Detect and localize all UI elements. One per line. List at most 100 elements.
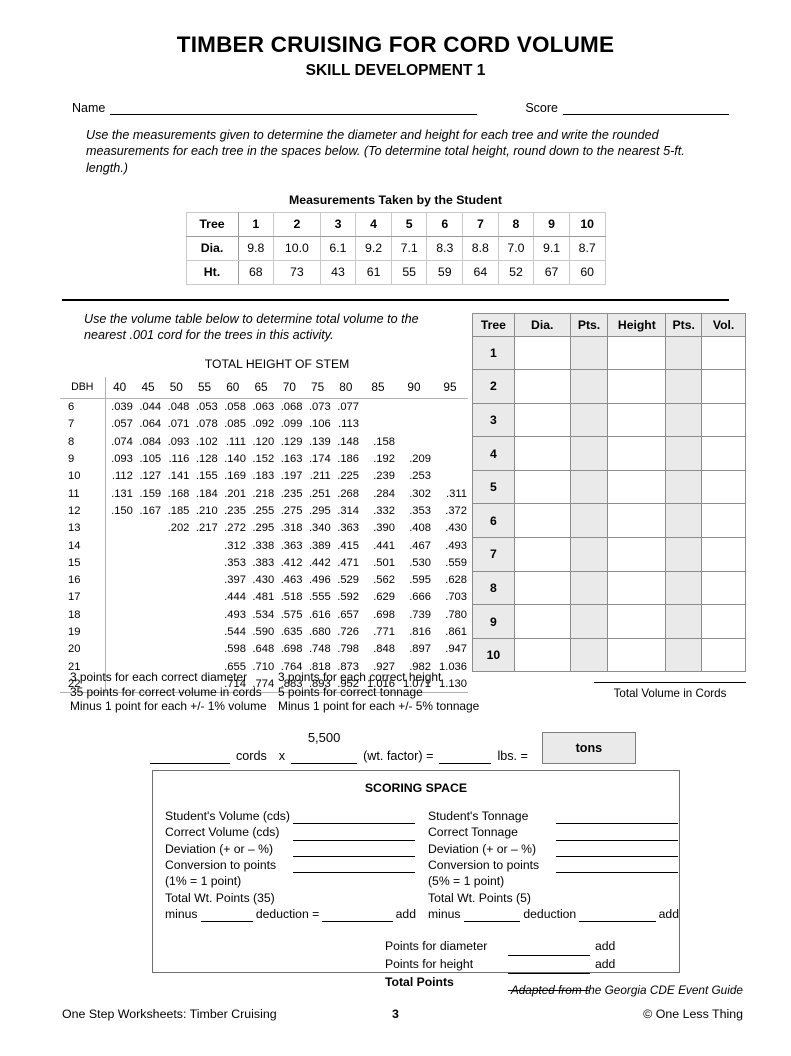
- answer-input-cell[interactable]: [701, 637, 746, 673]
- total-volume-line[interactable]: [594, 682, 746, 683]
- answer-input-cell[interactable]: [607, 637, 667, 673]
- volume-cell: .140: [224, 453, 246, 466]
- answer-input-cell[interactable]: [607, 335, 667, 371]
- scoring-deduction-row: minus deduction = add: [165, 906, 416, 923]
- answer-input-cell[interactable]: [513, 369, 571, 404]
- answer-input-cell[interactable]: [569, 402, 609, 438]
- name-input-line[interactable]: [110, 102, 478, 115]
- answer-input-cell[interactable]: [607, 402, 667, 438]
- volume-cell: .174: [308, 453, 331, 466]
- answer-input-cell[interactable]: [569, 637, 609, 673]
- volume-cell: .412: [280, 556, 303, 569]
- scoring-summary-input[interactable]: [508, 942, 590, 957]
- answer-input-cell[interactable]: [701, 604, 746, 639]
- measurements-caption: Measurements Taken by the Student: [289, 192, 502, 207]
- scoring-field-input[interactable]: [556, 843, 678, 858]
- scoring-field-input[interactable]: [556, 810, 678, 825]
- answer-input-cell[interactable]: [665, 402, 703, 438]
- answer-column-header: Vol.: [701, 312, 746, 337]
- volume-table: DBH 40 45 50 55 60 65 70 75 80 85 90 95 6 .039 .044 .04…: [60, 376, 468, 694]
- volume-cell: .111: [225, 435, 246, 448]
- answer-input-cell[interactable]: [607, 537, 667, 572]
- answer-input-cell[interactable]: [569, 335, 609, 371]
- scoring-field-input[interactable]: [293, 810, 415, 825]
- answer-input-cell[interactable]: [607, 469, 667, 505]
- scoring-deduction-input[interactable]: [579, 908, 656, 923]
- scoring-field-label: Conversion to points: [428, 858, 540, 873]
- points-note-line: 5 points for correct tonnage: [278, 684, 423, 699]
- answer-input-cell[interactable]: [569, 436, 609, 471]
- answer-input-cell[interactable]: [569, 570, 609, 606]
- answer-input-cell[interactable]: [665, 570, 703, 606]
- answer-input-cell[interactable]: [513, 570, 571, 606]
- measurements-cell: 6.1: [319, 235, 357, 261]
- answer-input-cell[interactable]: [569, 369, 609, 404]
- answer-input-cell[interactable]: [701, 402, 746, 438]
- answer-input-cell[interactable]: [607, 369, 667, 404]
- answer-input-cell[interactable]: [513, 335, 571, 371]
- answer-table[interactable]: Tree Dia. Pts. Height Pts. Vol. 1 2 3 4 5 6 7 8 9 10: [472, 312, 746, 673]
- answer-input-cell[interactable]: [513, 537, 571, 572]
- scoring-summary-suffix: add: [595, 939, 616, 954]
- scoring-field-input[interactable]: [556, 859, 678, 874]
- scoring-deduction-input[interactable]: [322, 908, 393, 923]
- volume-cell: .518: [280, 591, 303, 604]
- answer-input-cell[interactable]: [569, 604, 609, 639]
- scoring-minus-input[interactable]: [463, 908, 521, 923]
- volume-cell: .275: [280, 504, 303, 517]
- answer-input-cell[interactable]: [607, 570, 667, 606]
- answer-input-cell[interactable]: [665, 637, 703, 673]
- answer-input-cell[interactable]: [513, 637, 571, 673]
- answer-input-cell[interactable]: [701, 335, 746, 371]
- total-volume-field[interactable]: Total Volume in Cords: [594, 682, 746, 700]
- scoring-field-input[interactable]: [293, 827, 415, 841]
- volume-row-label: 18: [60, 606, 106, 624]
- answer-input-cell[interactable]: [701, 469, 746, 505]
- volume-cell: [432, 468, 468, 485]
- volume-instruction: Use the volume table below to determine …: [84, 311, 419, 343]
- answer-input-cell[interactable]: [513, 436, 571, 471]
- volume-cell: .235: [224, 504, 246, 517]
- answer-input-cell[interactable]: [607, 604, 667, 639]
- answer-input-cell[interactable]: [569, 469, 609, 505]
- answer-input-cell[interactable]: [513, 469, 571, 505]
- scoring-minus-input[interactable]: [200, 908, 253, 923]
- scoring-field-label: Conversion to points: [165, 858, 277, 873]
- volume-cell: .816: [409, 626, 431, 639]
- answer-input-cell[interactable]: [513, 604, 571, 639]
- scoring-field-input[interactable]: [293, 843, 415, 858]
- table-row: 5: [472, 469, 746, 505]
- volume-row-label: 10: [60, 467, 106, 485]
- answer-input-cell[interactable]: [513, 402, 571, 438]
- scoring-field-input[interactable]: [293, 859, 415, 874]
- answer-input-cell[interactable]: [569, 537, 609, 572]
- lbs-input[interactable]: [439, 747, 492, 764]
- answer-input-cell[interactable]: [665, 604, 703, 639]
- answer-input-cell[interactable]: [513, 503, 571, 539]
- answer-input-cell[interactable]: [665, 369, 703, 404]
- scoring-add-label: add: [395, 907, 416, 922]
- answer-input-cell[interactable]: [665, 469, 703, 505]
- answer-input-cell[interactable]: [607, 503, 667, 539]
- measurements-cell: 61: [355, 259, 392, 285]
- answer-input-cell[interactable]: [665, 335, 703, 371]
- answer-input-cell[interactable]: [665, 436, 703, 471]
- table-row: 14 .312 .338 .363 .389 .415 .441 .467 .493: [60, 536, 468, 555]
- answer-input-cell[interactable]: [701, 436, 746, 471]
- measurements-cell: 68: [237, 259, 275, 285]
- answer-input-cell[interactable]: [665, 537, 703, 572]
- answer-input-cell[interactable]: [701, 503, 746, 539]
- answer-input-cell[interactable]: [701, 537, 746, 572]
- answer-input-cell[interactable]: [665, 503, 703, 539]
- answer-input-cell[interactable]: [607, 436, 667, 471]
- scoring-field-label: Correct Volume (cds): [165, 825, 280, 840]
- table-row: 17 .444 .481 .518 .555 .592 .629 .666 .703: [60, 588, 468, 607]
- answer-input-cell[interactable]: [701, 369, 746, 404]
- score-input-line[interactable]: [563, 102, 729, 115]
- answer-input-cell[interactable]: [569, 503, 609, 539]
- tons-box[interactable]: tons: [541, 732, 636, 764]
- scoring-summary-input[interactable]: [508, 960, 590, 974]
- cords-input[interactable]: [150, 747, 230, 764]
- scoring-field-input[interactable]: [556, 827, 678, 841]
- answer-input-cell[interactable]: [701, 570, 746, 606]
